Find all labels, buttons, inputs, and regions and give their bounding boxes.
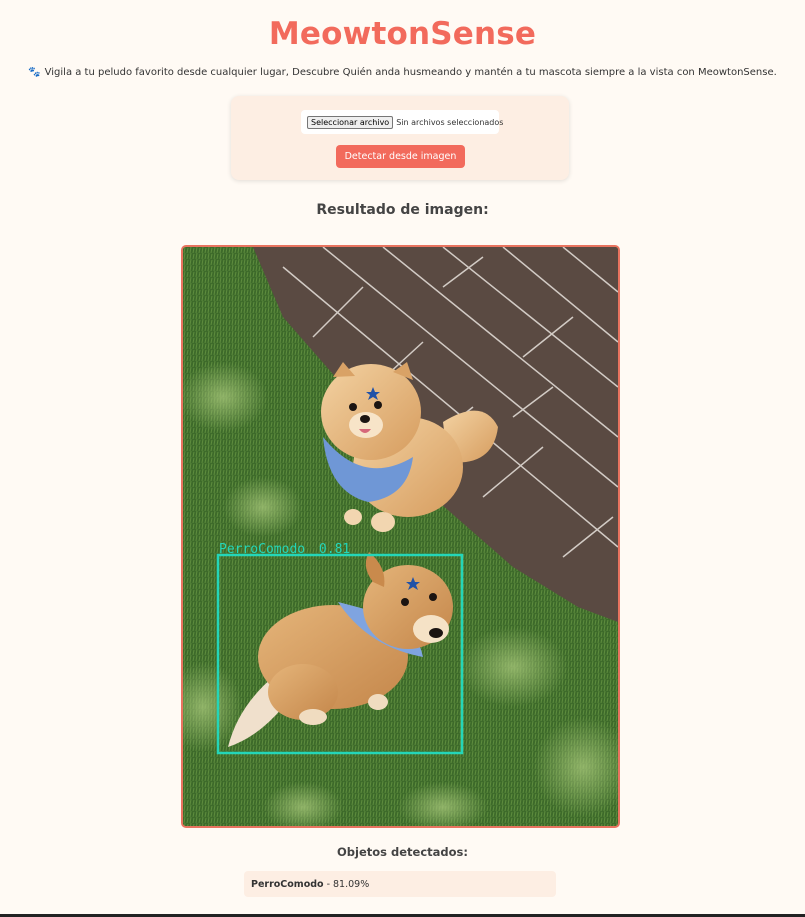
app-tagline: 🐾 Vigila a tu peludo favorito desde cualq… (0, 67, 805, 78)
detection-label: PerroComodo (219, 542, 305, 557)
upload-panel: Seleccionar archivo Sin archivos selecci… (231, 96, 569, 180)
detected-object-separator: - (326, 878, 330, 890)
detected-objects-heading: Objetos detectados: (337, 845, 468, 859)
detect-from-image-button[interactable]: Detectar desde imagen (336, 145, 465, 168)
detected-object-name: PerroComodo (251, 878, 324, 890)
tagline-text: Vigila a tu peludo favorito desde cualqu… (44, 67, 777, 78)
svg-text:PerroComodo 0.81: PerroComodo 0.81 (219, 542, 350, 557)
detected-object-item: PerroComodo - 81.09% (244, 871, 556, 897)
detection-confidence: 0.81 (319, 542, 350, 557)
result-heading: Resultado de imagen: (316, 202, 489, 218)
file-input[interactable]: Seleccionar archivo Sin archivos selecci… (301, 110, 503, 134)
result-photo: PerroComodo 0.81 (183, 247, 618, 826)
detected-object-confidence: 81.09% (333, 878, 370, 890)
file-status-text: Sin archivos seleccionados (396, 117, 504, 127)
paw-prints-icon: 🐾 (28, 67, 41, 78)
choose-file-button[interactable]: Seleccionar archivo (307, 115, 394, 129)
app-title: MeowtonSense (268, 16, 537, 52)
result-image: PerroComodo 0.81 (181, 245, 620, 828)
